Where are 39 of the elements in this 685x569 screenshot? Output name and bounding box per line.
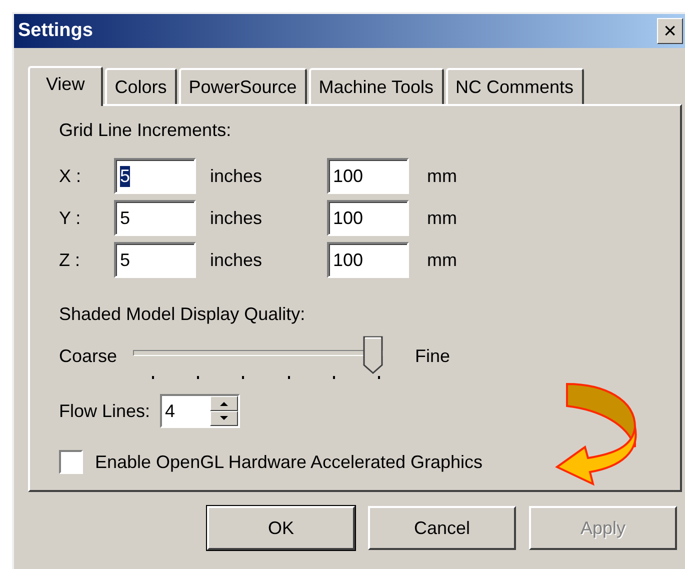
max-label: Fine xyxy=(415,346,450,366)
window-title: Settings xyxy=(18,20,93,42)
tick-mark xyxy=(152,376,154,379)
dialog-button[interactable]: OK xyxy=(207,506,355,550)
inches-field[interactable]: 5 xyxy=(114,242,196,278)
tick-mark xyxy=(242,376,244,379)
axis-label: Y : xyxy=(59,208,82,228)
axis-label: X : xyxy=(59,166,82,186)
inches-field[interactable]: 5 xyxy=(114,158,196,194)
checkbox-label: Enable OpenGL Hardware Accelerated Graphics xyxy=(95,452,483,472)
tab[interactable]: Machine Tools xyxy=(308,68,444,104)
unit-label: mm xyxy=(427,208,458,228)
tick-mark xyxy=(288,376,290,379)
section-label: Shaded Model Display Quality: xyxy=(59,304,306,326)
tick-mark xyxy=(332,376,335,379)
close-button[interactable]: × xyxy=(657,18,683,44)
mm-field[interactable]: 100 xyxy=(327,200,409,236)
tab[interactable]: PowerSource xyxy=(178,68,307,104)
unit-label: inches xyxy=(210,166,264,186)
axis-label: Z : xyxy=(59,250,81,270)
mm-field[interactable]: 100 xyxy=(327,158,409,194)
dialog-button[interactable]: Cancel xyxy=(368,506,516,550)
min-label: Coarse xyxy=(59,346,118,366)
flow-lines-spinner[interactable]: 4 xyxy=(160,394,240,428)
tick-mark xyxy=(197,376,200,379)
tick-mark xyxy=(378,376,380,379)
inches-field[interactable]: 5 xyxy=(114,200,196,236)
flow-lines-label: Flow Lines: xyxy=(59,400,150,422)
slider-thumb[interactable] xyxy=(363,336,384,374)
tab[interactable]: NC Comments xyxy=(446,68,584,104)
unit-label: inches xyxy=(210,250,264,270)
unit-label: mm xyxy=(427,250,458,270)
checkbox[interactable] xyxy=(59,450,83,474)
tab[interactable]: Colors xyxy=(104,68,177,104)
unit-label: mm xyxy=(427,166,458,186)
mm-field[interactable]: 100 xyxy=(327,242,409,278)
tab[interactable]: View xyxy=(28,66,103,106)
unit-label: inches xyxy=(210,208,264,228)
section-label: Grid Line Increments: xyxy=(59,120,232,142)
